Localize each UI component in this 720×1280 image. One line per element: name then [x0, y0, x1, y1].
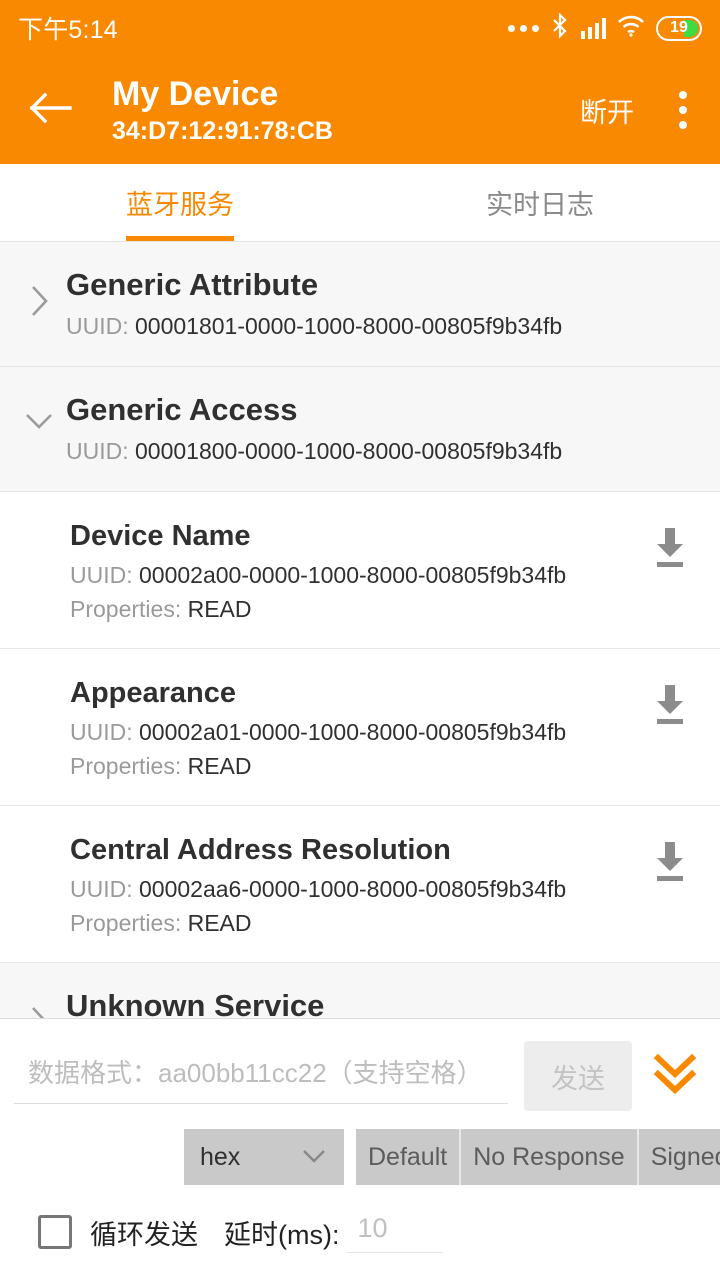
characteristic-row[interactable]: Appearance UUID: 00002a01-0000-1000-8000…: [0, 649, 720, 806]
characteristic-row[interactable]: Device Name UUID: 00002a00-0000-1000-800…: [0, 492, 720, 649]
characteristic-properties: Properties: READ: [70, 906, 640, 940]
format-select-value: hex: [200, 1143, 240, 1172]
loop-send-checkbox[interactable]: [38, 1215, 72, 1249]
tab-bar: 蓝牙服务 实时日志: [0, 164, 720, 242]
service-name: Generic Attribute: [66, 262, 700, 308]
arrow-left-icon: [28, 91, 72, 130]
uuid-label: UUID:: [70, 876, 133, 902]
wifi-icon: [617, 14, 645, 42]
cellular-signal-icon: [581, 17, 607, 39]
chevron-down-icon: [300, 1143, 328, 1172]
service-uuid-value: 00001801-0000-1000-8000-00805f9b34fb: [135, 313, 562, 339]
battery-percent: 19: [660, 20, 698, 36]
bluetooth-device-screen: 下午5:14 19: [0, 0, 720, 1280]
delay-input[interactable]: [347, 1211, 443, 1253]
service-uuid: UUID: 00001800-0000-1000-8000-00805f9b34…: [66, 433, 700, 469]
data-input[interactable]: [14, 1048, 508, 1104]
send-row: 发送: [0, 1019, 720, 1111]
loop-send-label: 循环发送: [90, 1213, 198, 1252]
properties-value: READ: [188, 910, 252, 936]
kebab-menu-icon[interactable]: [668, 82, 698, 138]
write-mode-default[interactable]: Default: [356, 1129, 461, 1185]
uuid-value: 00002a00-0000-1000-8000-00805f9b34fb: [139, 562, 566, 588]
read-button[interactable]: [640, 828, 700, 889]
characteristic-name: Central Address Resolution: [70, 828, 640, 872]
characteristic-properties: Properties: READ: [70, 749, 640, 783]
battery-icon: 19: [656, 16, 702, 41]
properties-value: READ: [188, 753, 252, 779]
status-icons: 19: [508, 13, 703, 44]
properties-label: Properties:: [70, 910, 181, 936]
chevron-right-icon: [20, 262, 58, 318]
characteristic-properties: Properties: READ: [70, 592, 640, 626]
page-title: My Device: [112, 73, 580, 115]
app-bar-titles: My Device 34:D7:12:91:78:CB: [112, 73, 580, 147]
service-row[interactable]: Generic Access UUID: 00001800-0000-1000-…: [0, 367, 720, 492]
chevron-down-icon: [20, 387, 58, 431]
write-mode-group: Default No Response Signed: [356, 1129, 720, 1185]
uuid-value: 00002aa6-0000-1000-8000-00805f9b34fb: [139, 876, 566, 902]
service-uuid-value: 00001800-0000-1000-8000-00805f9b34fb: [135, 438, 562, 464]
tab-bluetooth-services[interactable]: 蓝牙服务: [0, 164, 360, 241]
status-bar: 下午5:14 19: [0, 0, 720, 56]
read-button[interactable]: [640, 671, 700, 732]
bluetooth-icon: [550, 13, 570, 44]
delay-label: 延时(ms):: [224, 1213, 339, 1252]
write-mode-no-response[interactable]: No Response: [461, 1129, 638, 1185]
characteristic-uuid: UUID: 00002a01-0000-1000-8000-00805f9b34…: [70, 715, 640, 749]
characteristic-text: Appearance UUID: 00002a01-0000-1000-8000…: [70, 671, 640, 783]
double-chevron-down-icon: [650, 1050, 700, 1103]
loop-send-row: 循环发送 延时(ms):: [0, 1185, 720, 1253]
service-uuid-label: UUID:: [66, 438, 129, 464]
properties-value: READ: [188, 596, 252, 622]
status-time: 下午5:14: [18, 10, 118, 46]
characteristic-uuid: UUID: 00002a00-0000-1000-8000-00805f9b34…: [70, 558, 640, 592]
more-dots-icon: [508, 25, 539, 32]
service-text: Generic Access UUID: 00001800-0000-1000-…: [66, 387, 700, 469]
format-select[interactable]: hex: [184, 1129, 344, 1185]
device-address: 34:D7:12:91:78:CB: [112, 115, 580, 147]
characteristic-uuid: UUID: 00002aa6-0000-1000-8000-00805f9b34…: [70, 872, 640, 906]
uuid-label: UUID:: [70, 562, 133, 588]
service-text: Generic Attribute UUID: 00001801-0000-10…: [66, 262, 700, 344]
service-uuid-label: UUID:: [66, 313, 129, 339]
service-row[interactable]: Generic Attribute UUID: 00001801-0000-10…: [0, 242, 720, 367]
read-button[interactable]: [640, 514, 700, 575]
service-uuid: UUID: 00001801-0000-1000-8000-00805f9b34…: [66, 308, 700, 344]
characteristic-row[interactable]: Central Address Resolution UUID: 00002aa…: [0, 806, 720, 963]
tab-label: 实时日志: [486, 183, 594, 222]
write-options-row: hex Default No Response Signed: [0, 1111, 720, 1185]
write-mode-signed[interactable]: Signed: [639, 1129, 720, 1185]
uuid-value: 00002a01-0000-1000-8000-00805f9b34fb: [139, 719, 566, 745]
properties-label: Properties:: [70, 596, 181, 622]
uuid-label: UUID:: [70, 719, 133, 745]
characteristic-text: Central Address Resolution UUID: 00002aa…: [70, 828, 640, 940]
download-icon: [649, 524, 691, 575]
expand-panel-button[interactable]: [644, 1045, 706, 1107]
tab-label: 蓝牙服务: [126, 183, 234, 222]
characteristic-name: Appearance: [70, 671, 640, 715]
disconnect-button[interactable]: 断开: [580, 91, 634, 130]
download-icon: [649, 681, 691, 732]
download-icon: [649, 838, 691, 889]
characteristic-name: Device Name: [70, 514, 640, 558]
send-button[interactable]: 发送: [524, 1041, 632, 1111]
tab-realtime-log[interactable]: 实时日志: [360, 164, 720, 241]
back-button[interactable]: [22, 82, 78, 138]
write-panel: 发送 hex Defau: [0, 1018, 720, 1280]
service-name: Generic Access: [66, 387, 700, 433]
app-bar: My Device 34:D7:12:91:78:CB 断开: [0, 56, 720, 164]
characteristic-text: Device Name UUID: 00002a00-0000-1000-800…: [70, 514, 640, 626]
properties-label: Properties:: [70, 753, 181, 779]
